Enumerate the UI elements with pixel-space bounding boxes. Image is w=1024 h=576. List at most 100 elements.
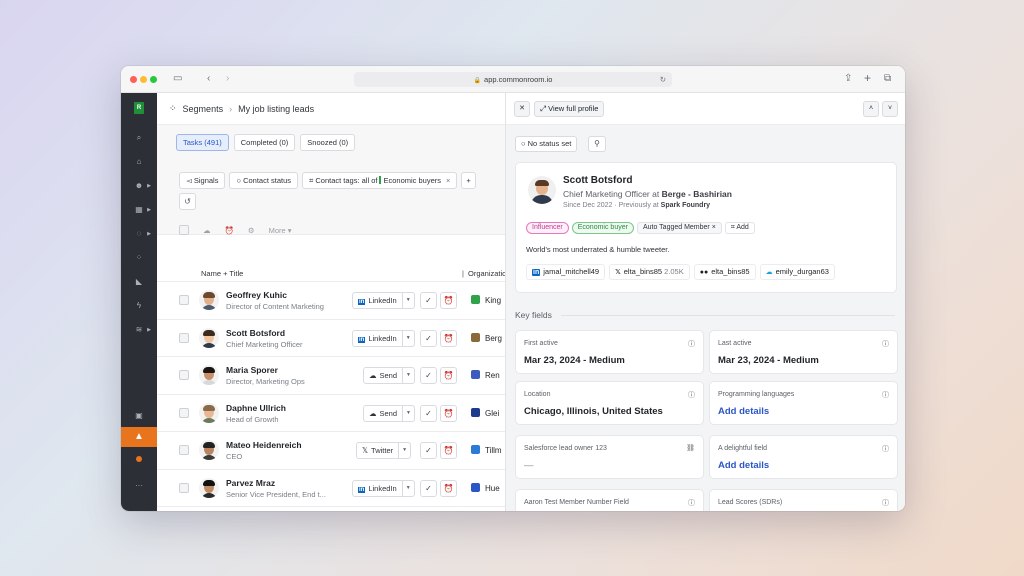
maximize-window-button[interactable] bbox=[150, 76, 157, 83]
tab-completed[interactable]: Completed (0) bbox=[233, 134, 296, 151]
back-icon[interactable]: ‹ bbox=[207, 73, 210, 84]
minimize-window-button[interactable] bbox=[140, 76, 147, 83]
key-field-card[interactable]: First active ⓘ Mar 23, 2024 - Medium bbox=[515, 330, 704, 374]
key-field-card[interactable]: Last active ⓘ Mar 23, 2024 - Medium bbox=[709, 330, 898, 374]
more-actions-dropdown[interactable]: More ▾ bbox=[269, 226, 292, 235]
key-field-card[interactable]: Salesforce lead owner 123 ⛓ — bbox=[515, 435, 704, 479]
info-icon[interactable]: ⓘ bbox=[688, 339, 695, 349]
tag-auto-tagged[interactable]: Auto Tagged Member × bbox=[636, 222, 722, 234]
chevron-down-icon[interactable]: ▼ bbox=[401, 480, 414, 496]
inbox-icon[interactable]: ▣ bbox=[121, 411, 157, 420]
assign-user-icon[interactable]: ⚲ bbox=[588, 136, 606, 152]
status-dropdown[interactable]: ○ No status set bbox=[515, 136, 578, 152]
key-field-card[interactable]: Programming languages ⓘ Add details bbox=[709, 381, 898, 425]
add-tag-button[interactable]: ⌗ Add bbox=[724, 222, 755, 234]
home-icon[interactable]: ⌂ bbox=[121, 157, 157, 166]
signals-filter[interactable]: ◅ Signals bbox=[179, 172, 226, 189]
organization-cell[interactable]: Tillm bbox=[471, 445, 502, 455]
key-field-card[interactable]: Location ⓘ Chicago, Illinois, United State… bbox=[515, 381, 704, 425]
linkedin-link[interactable]: in jamal_mitchell49 bbox=[526, 264, 606, 280]
table-row[interactable]: Nichole Upton bbox=[157, 507, 505, 511]
organizations-icon[interactable]: ▦ ▶ bbox=[121, 205, 157, 214]
organization-cell[interactable]: Glei bbox=[471, 407, 499, 418]
contact-name[interactable]: Parvez Mraz bbox=[226, 478, 275, 488]
info-icon[interactable]: ⓘ bbox=[688, 390, 695, 400]
organization-cell[interactable]: Ren bbox=[471, 370, 500, 380]
chevron-down-icon[interactable]: ▼ bbox=[402, 368, 414, 383]
row-checkbox[interactable] bbox=[179, 332, 189, 343]
contact-name[interactable]: Mateo Heidenreich bbox=[226, 440, 302, 450]
snooze-icon[interactable]: ⏰ bbox=[440, 404, 457, 422]
action-button[interactable]: in LinkedIn ▼ bbox=[352, 292, 415, 309]
workflows-icon[interactable]: ϟ bbox=[121, 301, 157, 310]
row-checkbox[interactable] bbox=[179, 295, 189, 305]
field-value[interactable]: Add details bbox=[718, 406, 769, 417]
contact-tags-filter[interactable]: ⌗ Contact tags: all of Economic buyers × bbox=[302, 172, 458, 189]
segments-icon[interactable]: ⁘ bbox=[121, 253, 157, 262]
assign-icon[interactable]: ⚙ bbox=[248, 226, 255, 235]
action-button[interactable]: ☁ Send ▼ bbox=[363, 367, 416, 384]
complete-icon[interactable]: ✓ bbox=[420, 442, 437, 459]
previous-company-link[interactable]: Spark Foundry bbox=[661, 202, 710, 209]
alert-icon[interactable]: ▲ bbox=[121, 427, 157, 447]
complete-icon[interactable]: ✓ bbox=[420, 329, 437, 347]
table-row[interactable]: Mateo Heidenreich CEO 𝕏 Twitter ▼ ✓ ⏰ Tillm bbox=[157, 432, 505, 470]
conversations-icon[interactable]: ◌ ▶ bbox=[121, 229, 157, 238]
snooze-icon[interactable]: ⏰ bbox=[440, 367, 457, 384]
action-button[interactable]: ☁ Send ▼ bbox=[363, 404, 416, 422]
action-button[interactable]: in LinkedIn ▼ bbox=[352, 329, 415, 347]
tag-influencer[interactable]: Influencer bbox=[526, 222, 569, 234]
table-row[interactable]: Daphne Ullrich Head of Growth ☁ Send ▼ ✓ ⏰ Glei bbox=[157, 395, 505, 432]
tab-tasks[interactable]: Tasks (491) bbox=[176, 134, 229, 151]
previous-record-button[interactable]: ˄ bbox=[863, 101, 879, 117]
chevron-down-icon[interactable]: ▼ bbox=[398, 443, 410, 458]
field-value[interactable]: Add details bbox=[718, 460, 769, 471]
search-icon[interactable]: ⌕ bbox=[121, 133, 157, 143]
key-field-card[interactable]: Lead Scores (SDRs) ⓘ bbox=[709, 489, 898, 511]
next-record-button[interactable]: ˅ bbox=[882, 101, 898, 117]
action-button[interactable]: in LinkedIn ▼ bbox=[352, 479, 415, 497]
forward-icon[interactable]: › bbox=[226, 73, 229, 84]
tag-economic-buyer[interactable]: Economic buyer bbox=[571, 222, 634, 234]
action-button[interactable]: 𝕏 Twitter ▼ bbox=[356, 442, 412, 459]
table-row[interactable]: Geoffrey Kuhic Director of Content Market… bbox=[157, 282, 505, 320]
medium-link[interactable]: ●● elta_bins85 bbox=[693, 264, 756, 280]
organization-cell[interactable]: Berg bbox=[471, 332, 502, 343]
contact-name[interactable]: Geoffrey Kuhic bbox=[226, 290, 287, 300]
message-icon[interactable]: ☁ bbox=[203, 226, 211, 235]
close-panel-button[interactable]: ✕ bbox=[514, 101, 530, 117]
more-icon[interactable]: ··· bbox=[121, 481, 157, 490]
remove-tag-icon[interactable]: × bbox=[712, 224, 716, 231]
chevron-down-icon[interactable]: ▼ bbox=[401, 293, 414, 308]
snooze-icon[interactable]: ⏰ bbox=[440, 329, 457, 347]
column-name[interactable]: Name + Title bbox=[201, 269, 243, 278]
company-link[interactable]: Berge - Bashirian bbox=[662, 189, 732, 199]
table-row[interactable]: Parvez Mraz Senior Vice President, End t.… bbox=[157, 470, 505, 507]
complete-icon[interactable]: ✓ bbox=[420, 292, 437, 309]
info-icon[interactable]: ⓘ bbox=[882, 339, 889, 349]
reload-icon[interactable]: ↻ bbox=[660, 72, 666, 87]
add-filter-button[interactable]: + bbox=[461, 172, 476, 189]
twitter-link[interactable]: 𝕏elta_bins85 2.05K bbox=[609, 264, 690, 280]
tab-snoozed[interactable]: Snoozed (0) bbox=[300, 134, 356, 151]
contact-name[interactable]: Maria Sporer bbox=[226, 365, 278, 375]
contacts-icon[interactable]: ☻ ▶ bbox=[121, 181, 157, 190]
key-field-card[interactable]: Aaron Test Member Number Field ⓘ bbox=[515, 489, 704, 511]
salesforce-link[interactable]: ☁ emily_durgan63 bbox=[759, 264, 835, 280]
column-org[interactable]: Organizatio bbox=[468, 269, 505, 278]
app-logo[interactable]: R bbox=[134, 102, 144, 114]
address-bar[interactable]: 🔒 app.commonroom.io ↻ bbox=[354, 72, 672, 87]
info-icon[interactable]: ⓘ bbox=[882, 498, 889, 508]
info-icon[interactable]: ⓘ bbox=[688, 498, 695, 508]
sidebar-toggle-icon[interactable]: ▭ bbox=[173, 73, 182, 84]
table-row[interactable]: Scott Botsford Chief Marketing Officer in L… bbox=[157, 320, 505, 357]
share-icon[interactable]: ⇪ bbox=[844, 73, 852, 84]
complete-icon[interactable]: ✓ bbox=[420, 367, 437, 384]
row-checkbox[interactable] bbox=[179, 482, 189, 493]
remove-filter-icon[interactable]: × bbox=[446, 176, 450, 185]
snooze-icon[interactable]: ⏰ bbox=[440, 442, 457, 459]
view-full-profile-button[interactable]: ⤢ View full profile bbox=[534, 101, 605, 117]
select-all-checkbox[interactable] bbox=[179, 225, 189, 235]
snooze-icon[interactable]: ⏰ bbox=[440, 479, 457, 497]
close-window-button[interactable] bbox=[130, 76, 137, 83]
